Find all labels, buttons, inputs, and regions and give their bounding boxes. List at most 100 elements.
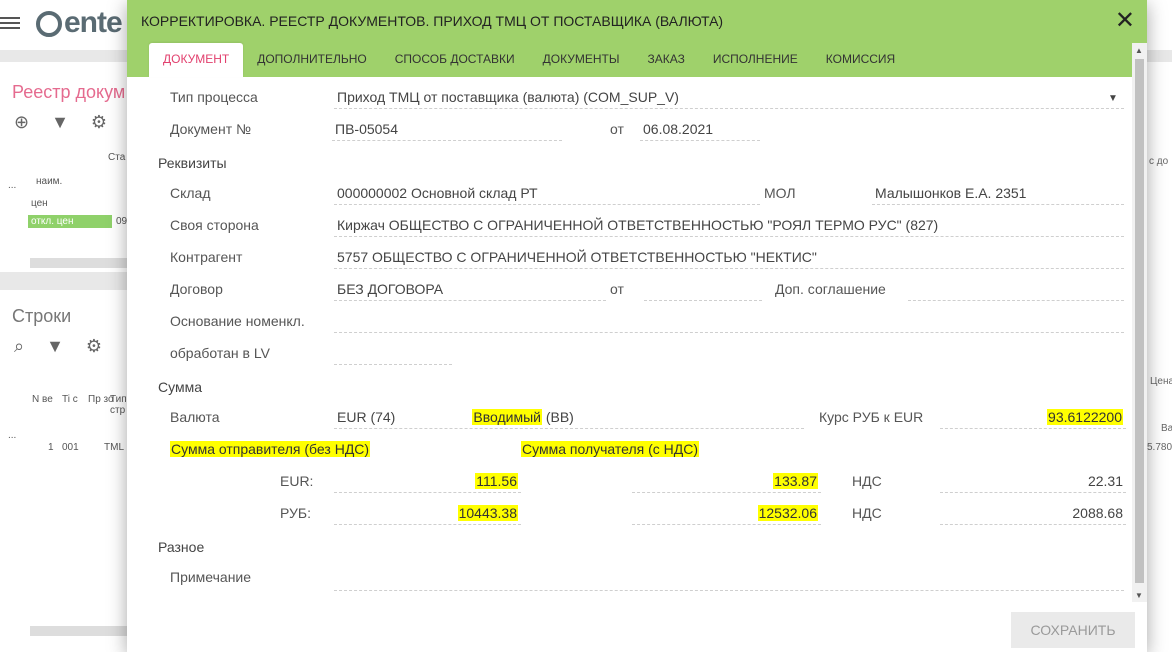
process-type-select[interactable]: Приход ТМЦ от поставщика (валюта) (COM_S…	[334, 85, 1124, 109]
addendum-field[interactable]	[908, 277, 1124, 301]
zoom-icon[interactable]: ⊕	[14, 112, 29, 133]
col-state: Ста	[108, 152, 126, 163]
registry-panel: Реестр докум ⊕ ▼ ⚙ Ста ... наим. цен отк…	[0, 62, 127, 272]
row-price-off-num: 09	[116, 216, 128, 227]
doc-no-field[interactable]: ПВ-05054	[332, 117, 562, 141]
addendum-label: Доп. соглашение	[775, 281, 886, 297]
rub-receiver-field[interactable]: 12532.06	[632, 501, 821, 525]
eur-label: EUR:	[280, 473, 314, 489]
processed-lv-label: обработан в LV	[170, 345, 270, 361]
chevron-down-icon[interactable]: ▼	[1108, 93, 1118, 104]
eur-vat-field[interactable]: 22.31	[940, 469, 1126, 493]
registry-hscroll[interactable]	[30, 258, 127, 268]
lines-col-ti: Ti с	[62, 394, 78, 405]
right-label-2: Цена	[1150, 376, 1172, 387]
basis-label: Основание номенкл.	[170, 313, 305, 329]
gear-icon[interactable]: ⚙	[91, 112, 107, 133]
tab-order[interactable]: ЗАКАЗ	[633, 43, 698, 77]
lines-cell-code: 001	[62, 442, 79, 453]
entered-highlight: Вводимый	[472, 409, 542, 425]
tab-commission[interactable]: КОМИССИЯ	[812, 43, 909, 77]
rub-vat-field[interactable]: 2088.68	[940, 501, 1126, 525]
process-type-label: Тип процесса	[170, 89, 258, 105]
rub-vat-label: НДС	[852, 505, 882, 521]
app-logo: ente	[36, 6, 123, 40]
receiver-sum-label: Сумма получателя (с НДС)	[521, 441, 700, 457]
rate-label: Курс РУБ к EUR	[819, 409, 924, 425]
dialog-scrollbar[interactable]: ▲ ▼	[1132, 43, 1147, 603]
menu-icon[interactable]	[0, 14, 20, 34]
note-field[interactable]	[334, 567, 1124, 591]
misc-section-title: Разное	[158, 539, 205, 555]
tab-additional[interactable]: ДОПОЛНИТЕЛЬНО	[243, 43, 381, 77]
lines-hscroll[interactable]	[30, 626, 127, 636]
note-label: Примечание	[170, 569, 252, 585]
scrollbar-thumb[interactable]	[1135, 59, 1144, 583]
gear-icon[interactable]: ⚙	[86, 336, 102, 357]
eur-receiver-field[interactable]: 133.87	[632, 469, 821, 493]
currency-field[interactable]: EUR (74) Вводимый (ВВ)	[334, 405, 804, 429]
edit-document-dialog: КОРРЕКТИРОВКА. РЕЕСТР ДОКУМЕНТОВ. ПРИХОД…	[127, 0, 1147, 652]
tab-bar: ДОКУМЕНТ ДОПОЛНИТЕЛЬНО СПОСОБ ДОСТАВКИ Д…	[149, 43, 909, 77]
lines-panel: Строки ⌕ ▼ ⚙ N ве Ti с Пр зо Тип стр ...…	[0, 290, 127, 652]
own-side-label: Своя сторона	[170, 217, 259, 233]
tab-documents[interactable]: ДОКУМЕНТЫ	[529, 43, 634, 77]
row-price-off[interactable]: откл. цен	[28, 215, 112, 228]
warehouse-field[interactable]: 000000002 Основной склад РТ	[334, 181, 760, 205]
own-side-field[interactable]: Киржач ОБЩЕСТВО С ОГРАНИЧЕННОЙ ОТВЕТСТВЕ…	[334, 213, 1124, 237]
rate-field[interactable]: 93.6122200	[940, 405, 1126, 429]
dialog-title: КОРРЕКТИРОВКА. РЕЕСТР ДОКУМЕНТОВ. ПРИХОД…	[141, 13, 724, 29]
rub-label: РУБ:	[280, 505, 312, 521]
lines-cell-n: 1	[48, 442, 54, 453]
rub-sender-field[interactable]: 10443.38	[334, 501, 521, 525]
registry-toolbar: ⊕ ▼ ⚙	[14, 112, 107, 133]
counterparty-label: Контрагент	[170, 249, 243, 265]
lines-col-n: N ве	[32, 394, 53, 405]
dialog-body: Тип процесса Приход ТМЦ от поставщика (в…	[127, 77, 1132, 602]
tab-delivery-method[interactable]: СПОСОБ ДОСТАВКИ	[381, 43, 529, 77]
processed-lv-field[interactable]	[334, 341, 452, 365]
contract-date-field[interactable]	[644, 277, 762, 301]
basis-field[interactable]	[334, 309, 1124, 333]
filter-icon[interactable]: ▼	[46, 336, 64, 357]
warehouse-label: Склад	[170, 185, 211, 201]
ellipsis: ...	[8, 430, 17, 441]
search-icon[interactable]: ⌕	[14, 336, 24, 357]
counterparty-field[interactable]: 5757 ОБЩЕСТВО С ОГРАНИЧЕННОЙ ОТВЕТСТВЕНН…	[334, 245, 1124, 269]
currency-label: Валюта	[170, 409, 220, 425]
mol-field[interactable]: Малышонков Е.А. 2351	[872, 181, 1124, 205]
lines-col-type: Тип стр	[110, 394, 127, 416]
entered-rest: (ВВ)	[541, 409, 574, 425]
contract-field[interactable]: БЕЗ ДОГОВОРА	[334, 277, 606, 301]
rate-value: 93.6122200	[1047, 409, 1123, 425]
eur-vat-label: НДС	[852, 473, 882, 489]
tab-execution[interactable]: ИСПОЛНЕНИЕ	[699, 43, 812, 77]
right-label-4: 5.780	[1147, 442, 1172, 453]
right-label-3: Ва	[1161, 423, 1172, 434]
sum-section-title: Сумма	[158, 379, 202, 395]
doc-date-label: от	[610, 121, 624, 137]
contract-label: Договор	[170, 281, 223, 297]
lines-title: Строки	[12, 306, 72, 326]
currency-value: EUR (74)	[337, 409, 396, 425]
doc-date-field[interactable]: 06.08.2021	[640, 117, 760, 141]
lines-toolbar: ⌕ ▼ ⚙	[14, 336, 102, 357]
filter-icon[interactable]: ▼	[51, 112, 69, 133]
requisites-section-title: Реквизиты	[158, 155, 227, 171]
sender-sum-label: Сумма отправителя (без НДС)	[170, 441, 371, 457]
row-price: цен	[31, 198, 48, 209]
registry-title: Реестр докум	[12, 82, 126, 102]
eur-sender-field[interactable]: 111.56	[334, 469, 521, 493]
right-panel: с до Цена Ва 5.780	[1147, 62, 1172, 652]
tab-document[interactable]: ДОКУМЕНТ	[149, 43, 244, 77]
col-name: наим.	[36, 176, 63, 187]
scroll-up-icon[interactable]: ▲	[1135, 46, 1143, 55]
dialog-header: КОРРЕКТИРОВКА. РЕЕСТР ДОКУМЕНТОВ. ПРИХОД…	[127, 0, 1147, 77]
mol-label: МОЛ	[764, 185, 796, 201]
save-button[interactable]: СОХРАНИТЬ	[1011, 612, 1135, 648]
scroll-down-icon[interactable]: ▼	[1135, 591, 1143, 600]
close-icon[interactable]: ✕	[1115, 9, 1135, 33]
lines-cell-type: TML	[104, 442, 124, 453]
doc-no-label: Документ №	[170, 121, 252, 137]
ellipsis: ...	[8, 180, 17, 191]
